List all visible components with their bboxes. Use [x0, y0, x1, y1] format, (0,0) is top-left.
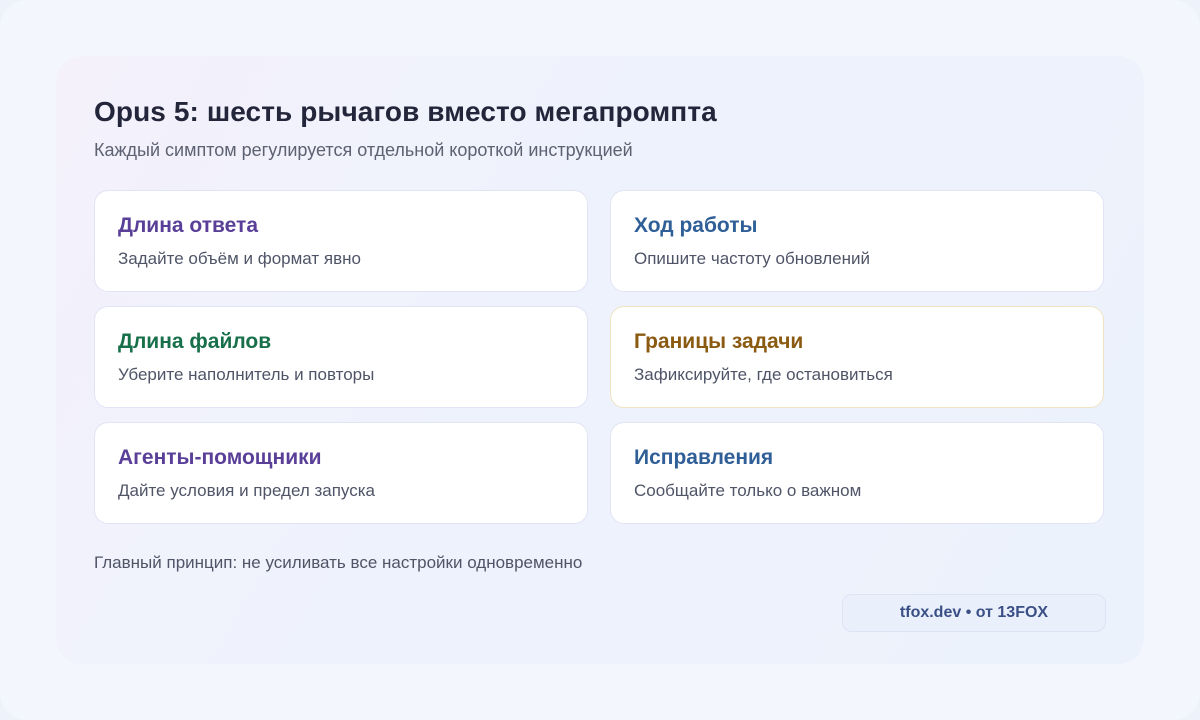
card-title: Исправления — [634, 446, 774, 469]
card-corrections: Исправления Сообщайте только о важном — [610, 422, 1104, 524]
card-title: Длина файлов — [118, 330, 272, 353]
card-description: Задайте объём и формат явно — [118, 249, 361, 268]
card-description: Зафиксируйте, где остановиться — [634, 365, 893, 384]
card-description: Уберите наполнитель и повторы — [118, 365, 375, 384]
card-helper-agents: Агенты-помощники Дайте условия и предел … — [94, 422, 588, 524]
card-description: Сообщайте только о важном — [634, 481, 862, 500]
card-response-length: Длина ответа Задайте объём и формат явно — [94, 190, 588, 292]
card-description: Опишите частоту обновлений — [634, 249, 870, 268]
card-title: Ход работы — [634, 214, 758, 237]
card-work-progress: Ход работы Опишите частоту обновлений — [610, 190, 1104, 292]
main-principle-text: Главный принцип: не усиливать все настро… — [94, 553, 583, 572]
card-title: Агенты-помощники — [118, 446, 322, 469]
card-title: Границы задачи — [634, 330, 804, 353]
card-file-length: Длина файлов Уберите наполнитель и повто… — [94, 306, 588, 408]
page-frame: Opus 5: шесть рычагов вместо мегапромпта… — [0, 0, 1200, 720]
card-task-boundaries: Границы задачи Зафиксируйте, где останов… — [610, 306, 1104, 408]
content-panel: Opus 5: шесть рычагов вместо мегапромпта… — [56, 56, 1144, 664]
card-title: Длина ответа — [118, 214, 258, 237]
page-title: Opus 5: шесть рычагов вместо мегапромпта — [94, 96, 717, 127]
page-subtitle: Каждый симптом регулируется отдельной ко… — [94, 140, 633, 160]
card-description: Дайте условия и предел запуска — [118, 481, 376, 500]
credit-badge: tfox.dev • от 13FOX — [842, 594, 1106, 632]
